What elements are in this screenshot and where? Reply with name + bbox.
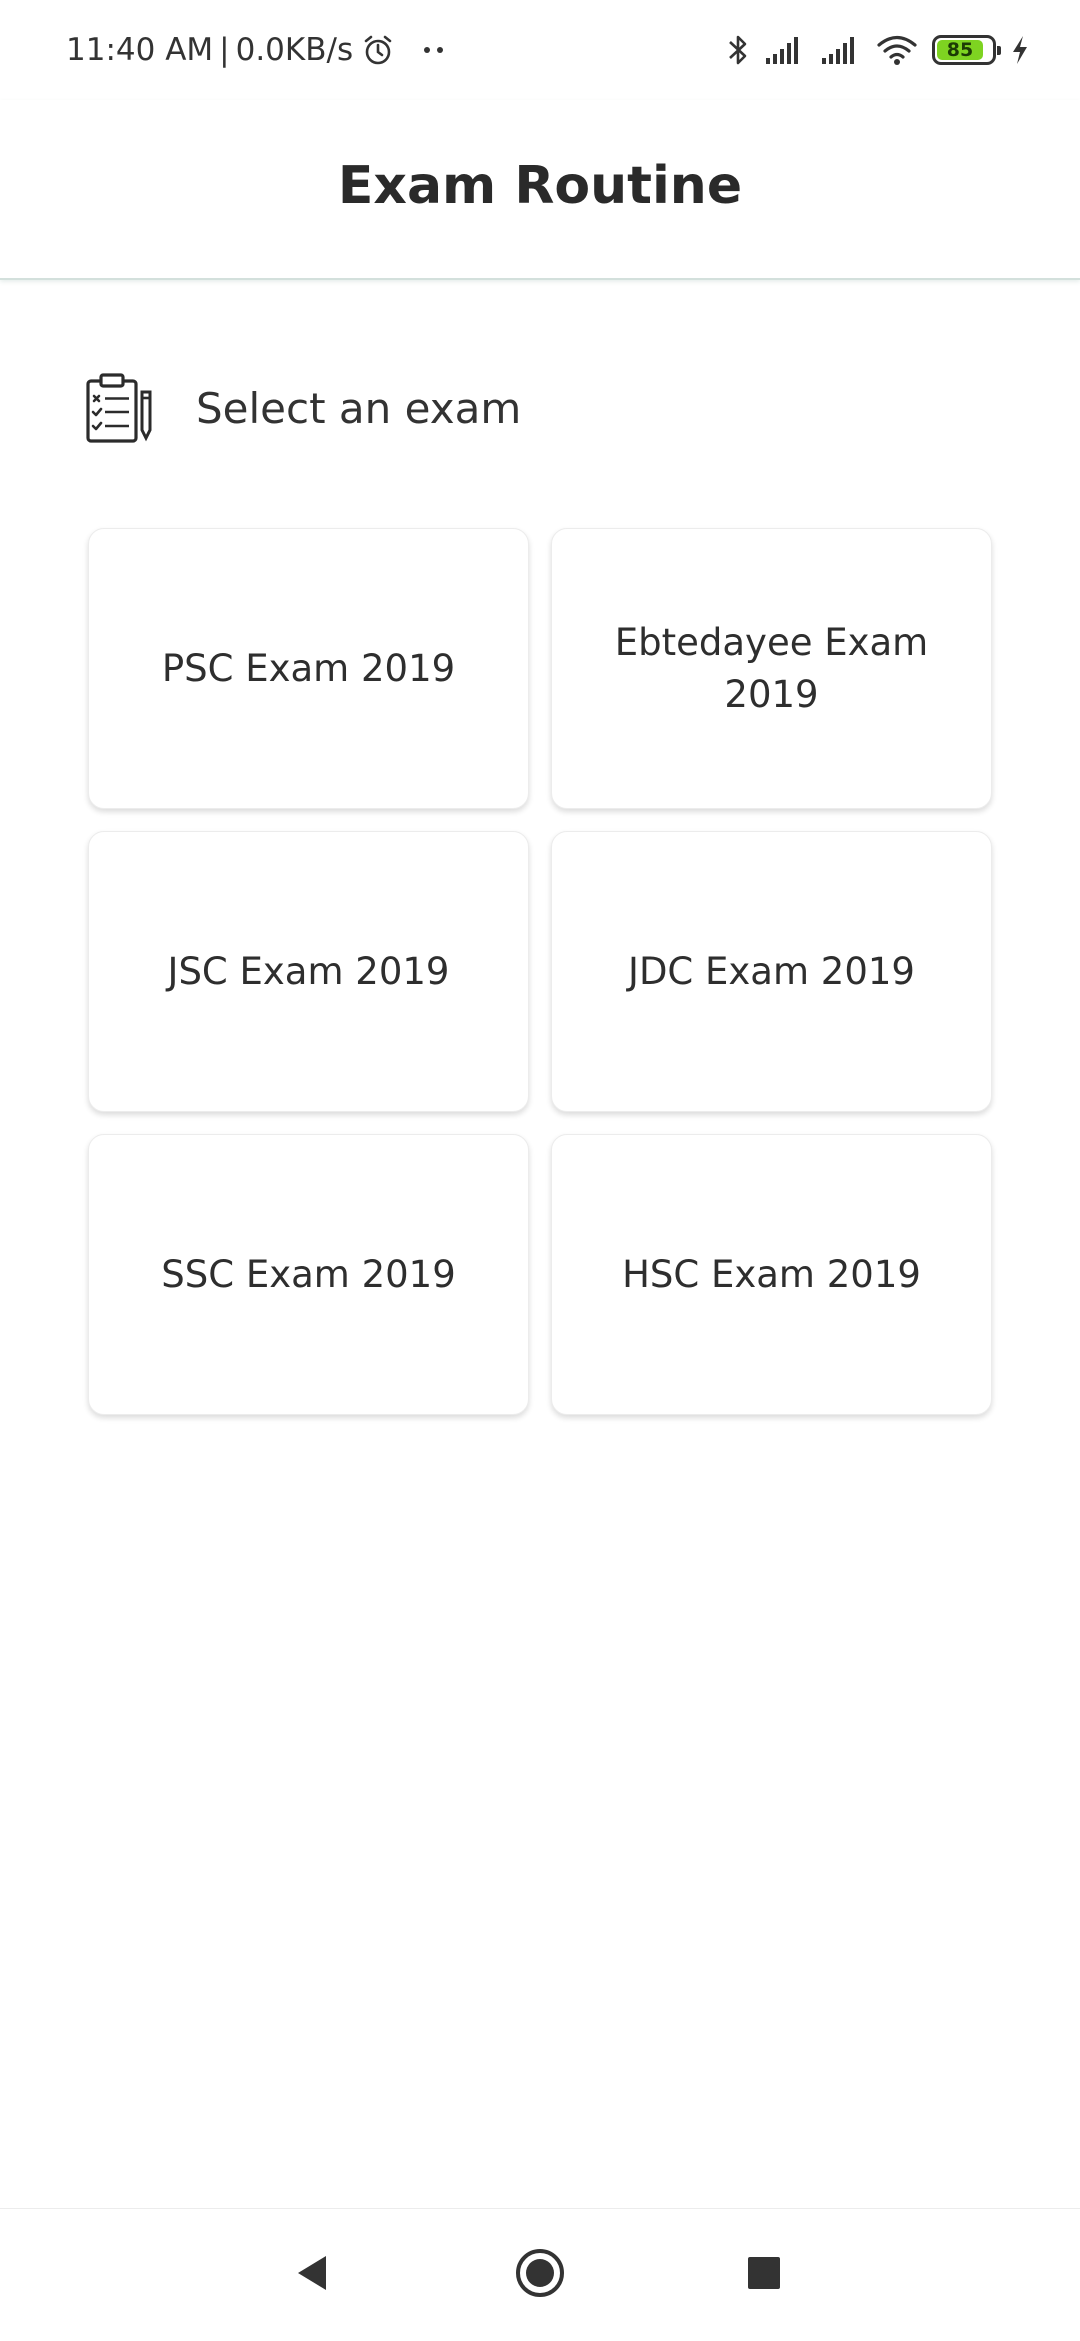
exam-grid: PSC Exam 2019 Ebtedayee Exam 2019 JSC Ex… (88, 528, 992, 1415)
exam-card-hsc[interactable]: HSC Exam 2019 (551, 1134, 992, 1415)
status-left: 11:40 AM | 0.0KB/s (66, 28, 445, 72)
signal-icon (820, 34, 862, 66)
clipboard-checklist-icon (84, 372, 154, 444)
status-time: 11:40 AM (66, 32, 214, 68)
exam-card-ebtedayee[interactable]: Ebtedayee Exam 2019 (551, 528, 992, 809)
page-title: Exam Routine (337, 156, 743, 216)
exam-card-label: SSC Exam 2019 (161, 1252, 456, 1296)
exam-card-label: JSC Exam 2019 (167, 949, 450, 993)
exam-card-label: HSC Exam 2019 (622, 1252, 921, 1296)
home-button[interactable] (480, 2209, 600, 2341)
recents-icon (746, 2255, 782, 2295)
exam-card-jsc[interactable]: JSC Exam 2019 (88, 831, 529, 1112)
exam-card-label: Ebtedayee Exam 2019 (614, 620, 929, 716)
dots-icon (423, 45, 445, 55)
home-icon (514, 2247, 566, 2303)
back-button[interactable] (252, 2209, 372, 2341)
status-separator: | (219, 32, 230, 68)
navigation-bar (0, 2208, 1080, 2341)
exam-card-ssc[interactable]: SSC Exam 2019 (88, 1134, 529, 1415)
bluetooth-icon (726, 32, 750, 68)
recents-button[interactable] (704, 2209, 824, 2341)
status-right: 85 (726, 28, 1030, 72)
exam-card-label: PSC Exam 2019 (161, 646, 456, 690)
back-icon (294, 2254, 330, 2296)
status-bar: 11:40 AM | 0.0KB/s 85 (0, 0, 1080, 100)
wifi-icon (876, 33, 918, 67)
exam-card-label: JDC Exam 2019 (628, 949, 915, 993)
signal-icon (764, 34, 806, 66)
exam-card-jdc[interactable]: JDC Exam 2019 (551, 831, 992, 1112)
exam-card-psc[interactable]: PSC Exam 2019 (88, 528, 529, 809)
app-header: Exam Routine (0, 100, 1080, 280)
network-speed: 0.0KB/s (235, 32, 354, 68)
battery-icon: 85 (932, 35, 1001, 65)
charging-icon (1010, 34, 1030, 66)
alarm-icon (361, 33, 395, 67)
section-heading: Select an exam (84, 372, 521, 444)
section-heading-text: Select an exam (196, 383, 522, 433)
battery-level: 85 (937, 39, 983, 61)
